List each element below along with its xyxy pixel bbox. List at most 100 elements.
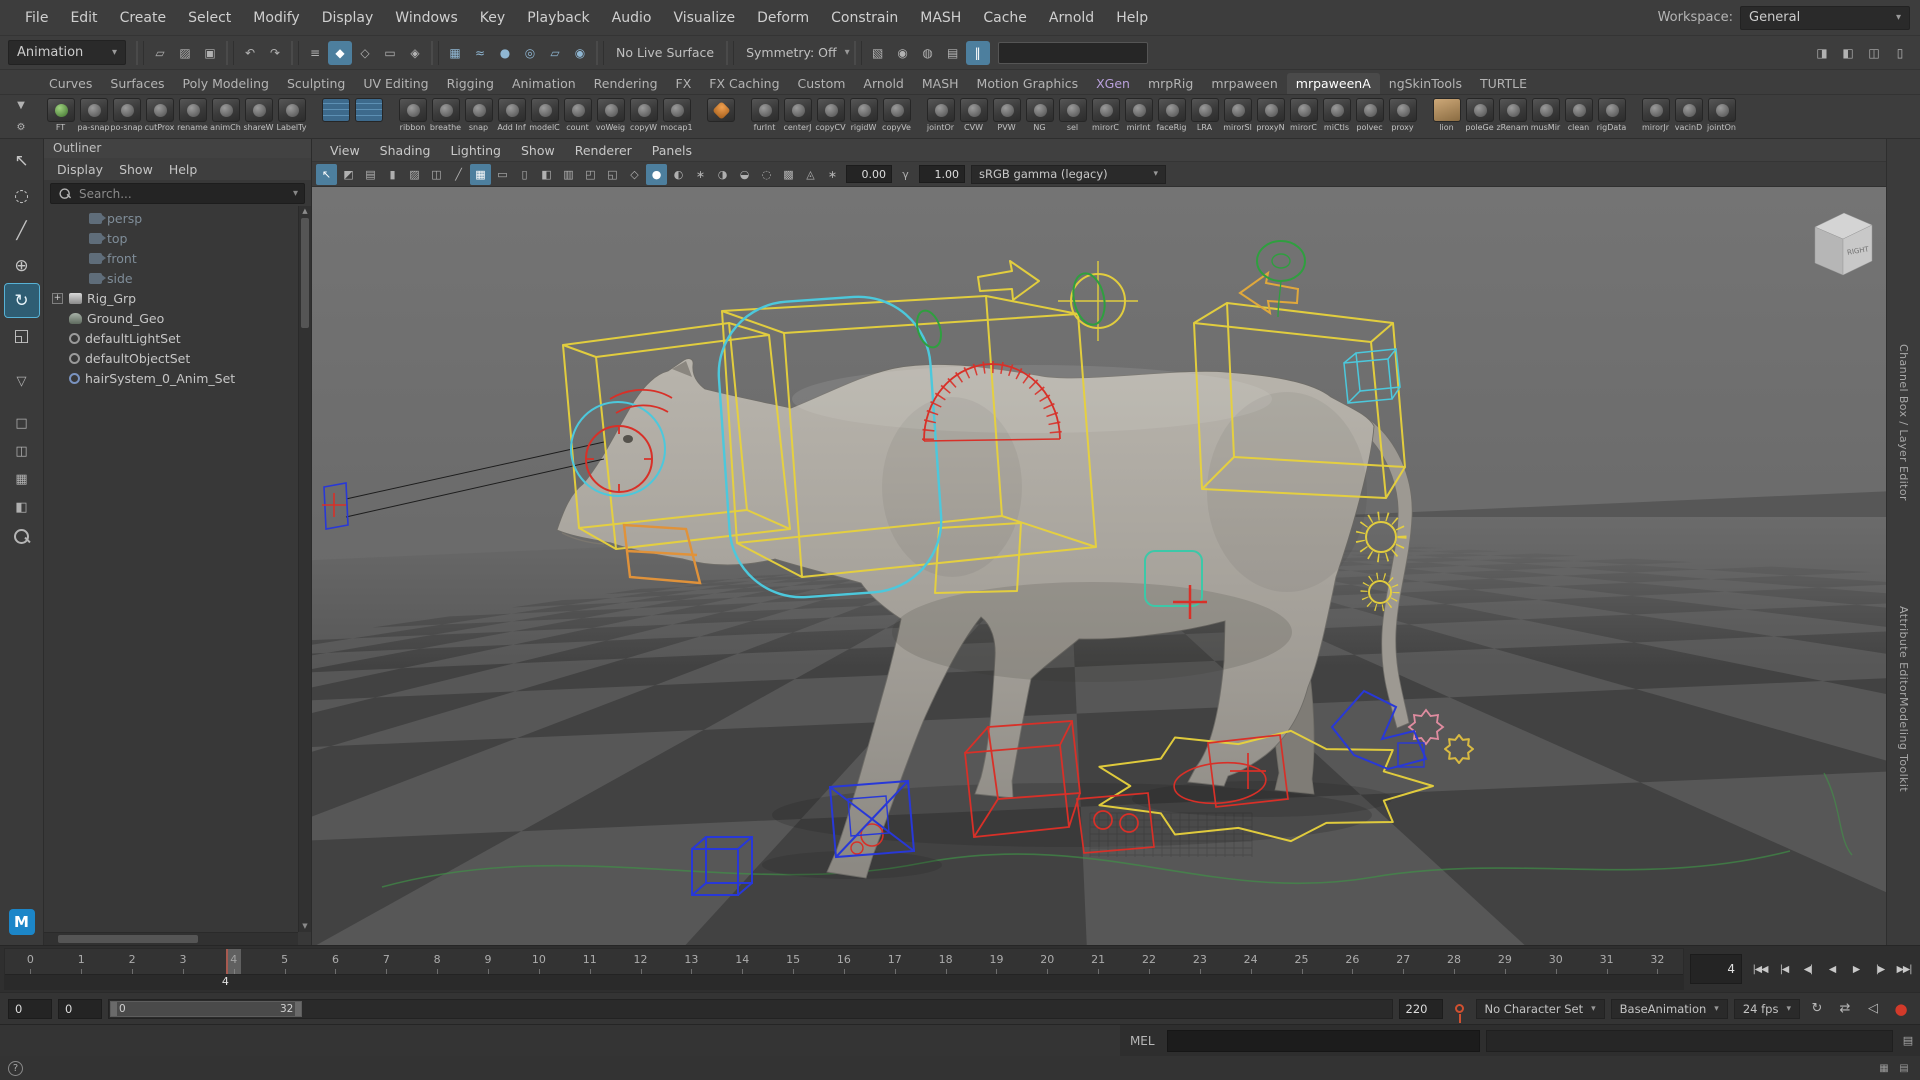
camera-lock-icon[interactable]: ◩ (338, 164, 359, 185)
script-editor-icon[interactable]: ▤ (1896, 1030, 1920, 1052)
timeline-ruler[interactable]: 4 01234567891011121314151617181920212223… (4, 948, 1684, 990)
shelf-button[interactable]: copyCV (814, 95, 847, 132)
snap-to-view-plane-icon[interactable]: ▱ (543, 41, 567, 65)
paint-selection-tool[interactable]: ╱ (5, 214, 39, 247)
timeline-tick[interactable]: 18 (920, 949, 971, 989)
viewport-menu-item[interactable]: View (320, 143, 370, 158)
layout-four-pane[interactable]: ▦ (5, 466, 39, 492)
grid-icon[interactable]: ▦ (1876, 1060, 1892, 1076)
timeline-tick[interactable]: 27 (1378, 949, 1429, 989)
rotate-tool[interactable]: ↻ (5, 284, 39, 317)
command-language-toggle[interactable]: MEL (1120, 1034, 1164, 1048)
exposure-icon[interactable]: ∗ (822, 164, 843, 185)
shelf-tab[interactable]: Arnold (854, 73, 912, 94)
shelf-tab[interactable]: mrpRig (1139, 73, 1202, 94)
toggle-channel-box-icon[interactable]: ◧ (1836, 41, 1860, 65)
make-live-icon[interactable]: ◉ (568, 41, 592, 65)
shelf-button[interactable]: voWeig (594, 95, 627, 132)
timeline-tick[interactable]: 22 (1124, 949, 1175, 989)
play-backwards-button[interactable]: ◀ (1820, 964, 1844, 975)
shelf-button[interactable]: mirInt (1122, 95, 1155, 132)
timeline-tick[interactable]: 28 (1429, 949, 1480, 989)
timeline-tick[interactable]: 31 (1581, 949, 1632, 989)
timeline-tick[interactable]: 19 (971, 949, 1022, 989)
screen-ao-icon[interactable]: ◒ (734, 164, 755, 185)
textured-icon[interactable]: ◐ (668, 164, 689, 185)
select-by-component-icon[interactable]: ◇ (353, 41, 377, 65)
timeline-tick[interactable]: 3 (158, 949, 209, 989)
ipr-render-icon[interactable]: ◍ (916, 41, 940, 65)
shelf-button[interactable]: proxy (1386, 95, 1419, 132)
timeline-tick[interactable]: 8 (412, 949, 463, 989)
menu-item[interactable]: Deform (746, 10, 820, 26)
snap-to-grid-icon[interactable]: ▦ (443, 41, 467, 65)
shelf-tab[interactable]: XGen (1087, 73, 1139, 94)
shelf-button[interactable]: mirorC (1287, 95, 1320, 132)
set-key-icon[interactable] (1455, 1004, 1464, 1013)
layout-outliner-persp[interactable]: ◧ (5, 494, 39, 520)
viewport-menu-item[interactable]: Shading (370, 143, 441, 158)
shelf-tab[interactable]: Poly Modeling (174, 73, 278, 94)
menu-item[interactable]: Help (1105, 10, 1159, 26)
outliner-vscrollbar[interactable]: ▲ ▼ (298, 206, 311, 932)
go-to-start-button[interactable]: |◀◀ (1748, 964, 1772, 975)
timeline-tick[interactable]: 12 (615, 949, 666, 989)
current-frame-field[interactable]: 4 (1690, 954, 1742, 984)
image-plane-icon[interactable]: ▨ (404, 164, 425, 185)
snap-to-curve-icon[interactable]: ≈ (468, 41, 492, 65)
view-transform-select[interactable]: sRGB gamma (legacy) ▾ (971, 165, 1166, 184)
playback-pingpong-icon[interactable]: ⇄ (1834, 998, 1856, 1020)
menu-item[interactable]: MASH (909, 10, 972, 26)
shelf-tab[interactable]: UV Editing (354, 73, 437, 94)
shelf-button[interactable]: CVW (957, 95, 990, 132)
outliner-search-input[interactable]: Search... ▾ (50, 183, 305, 204)
xray-icon[interactable]: ▩ (778, 164, 799, 185)
shelf-button[interactable] (319, 95, 352, 123)
shelf-button[interactable]: copyVe (880, 95, 913, 132)
step-back-key-button[interactable]: |◀ (1772, 964, 1796, 975)
menu-item[interactable]: Visualize (662, 10, 746, 26)
character-set-select[interactable]: No Character Set ▾ (1476, 999, 1605, 1019)
timeline-tick[interactable]: 15 (768, 949, 819, 989)
shelf-button[interactable]: PVW (990, 95, 1023, 132)
gamma-field[interactable]: 1.00 (919, 165, 965, 183)
live-surface-label[interactable]: No Live Surface (608, 45, 722, 60)
outliner-item[interactable]: Ground_Geo (44, 308, 311, 328)
shelf-button[interactable]: zRenam (1496, 95, 1529, 132)
timeline-tick[interactable]: 6 (310, 949, 361, 989)
scroll-thumb[interactable] (301, 218, 309, 328)
workspace-select[interactable]: General ▾ (1740, 6, 1910, 30)
shelf-button[interactable]: vacinD (1672, 95, 1705, 132)
timeline-tick[interactable]: 25 (1276, 949, 1327, 989)
shelf-button[interactable]: shareW (242, 95, 275, 132)
separator[interactable] (136, 41, 144, 65)
fps-select[interactable]: 24 fps ▾ (1734, 999, 1800, 1019)
scale-tool[interactable]: ◱ (5, 319, 39, 352)
render-current-frame-icon[interactable]: ◉ (891, 41, 915, 65)
menu-item[interactable]: Windows (384, 10, 469, 26)
shelf-tab[interactable]: Rendering (585, 73, 667, 94)
safe-action-icon[interactable]: ◰ (580, 164, 601, 185)
shelf-button[interactable]: NG (1023, 95, 1056, 132)
timeline-tick[interactable]: 26 (1327, 949, 1378, 989)
shelf-tab[interactable]: ngSkinTools (1380, 73, 1471, 94)
menu-item[interactable]: File (14, 10, 59, 26)
go-to-end-button[interactable]: ▶▶| (1892, 964, 1916, 975)
shelf-button[interactable]: mirorC (1089, 95, 1122, 132)
render-settings-icon[interactable]: ▤ (941, 41, 965, 65)
shelf-tab[interactable]: Custom (789, 73, 855, 94)
shelf-button[interactable]: po-snap (110, 95, 143, 132)
shelf-button[interactable]: mirorJr (1639, 95, 1672, 132)
motion-blur-icon[interactable]: ◌ (756, 164, 777, 185)
redo-icon[interactable]: ↷ (263, 41, 287, 65)
step-forward-frame-button[interactable]: |▶ (1868, 964, 1892, 975)
menu-item[interactable]: Constrain (820, 10, 909, 26)
shelf-button[interactable]: copyW (627, 95, 660, 132)
right-panel-tab[interactable]: Modeling Toolkit (1897, 697, 1910, 792)
select-tool[interactable]: ↖ (5, 144, 39, 177)
viewport-menu-item[interactable]: Renderer (565, 143, 642, 158)
symmetry-select[interactable]: Symmetry: Off (738, 45, 845, 60)
timeline-tick[interactable]: 24 (1225, 949, 1276, 989)
shelf-tab-menu-icon[interactable]: ▼ (12, 97, 30, 113)
layout-two-pane[interactable]: ◫ (5, 438, 39, 464)
